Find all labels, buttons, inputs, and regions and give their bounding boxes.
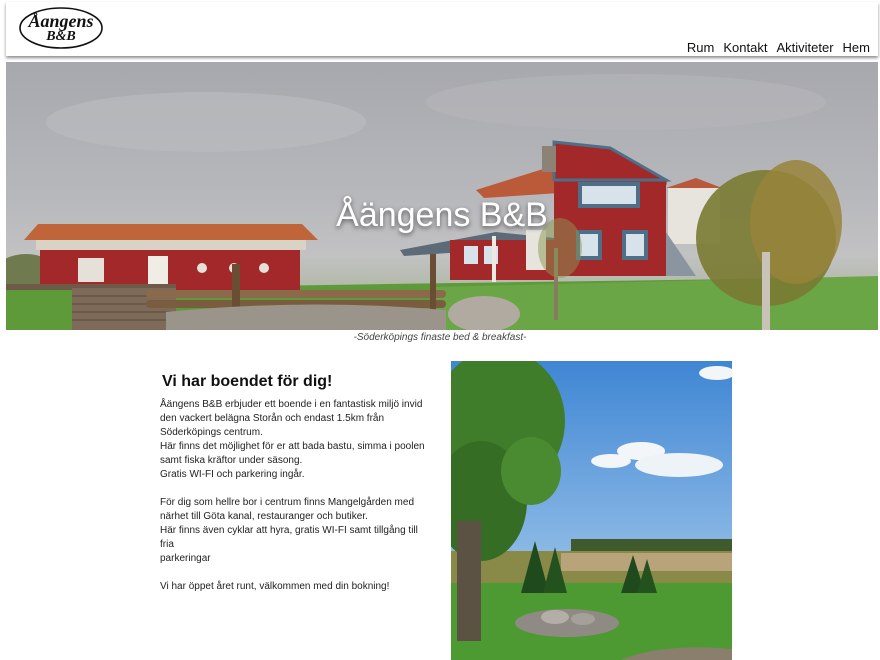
main-nav: Rum Kontakt Aktiviteter Hem [687,40,870,55]
nav-link-kontakt[interactable]: Kontakt [723,40,767,55]
section-body: Åängens B&B erbjuder ett boende i en fan… [160,398,428,594]
logo-suffix: B&B [46,29,76,44]
body-line: Gratis WI-FI och parkering ingår. [160,469,305,480]
landscape-photo [451,361,732,660]
body-line: samt fiska kräftor under säsong. [160,455,303,466]
top-navigation-bar: Åangens B&B Rum Kontakt Aktiviteter Hem [6,2,878,56]
body-line: Här finns även cyklar att hyra, gratis W… [160,525,418,550]
body-line: För dig som hellre bor i centrum finns M… [160,497,415,508]
body-line: Vi har öppet året runt, välkommen med di… [160,581,390,592]
body-line: parkeringar [160,553,211,564]
hero-banner: Åängens B&B [6,62,878,330]
section-heading: Vi har boendet för dig! [162,373,333,390]
nav-link-hem[interactable]: Hem [843,40,870,55]
nav-link-aktiviteter[interactable]: Aktiviteter [776,40,833,55]
hero-title: Åängens B&B [336,196,548,234]
tagline: -Söderköpings finaste bed & breakfast- [353,332,527,343]
body-line: närhet till Göta kanal, restauranger och… [160,511,368,522]
body-line: Här finns det möjlighet för er att bada … [160,441,425,452]
landscape-photo-illustration [451,361,732,660]
site-logo[interactable]: Åangens B&B [18,5,104,51]
body-line: Åängens B&B erbjuder ett boende i en fan… [160,399,423,410]
body-line: den vackert belägna Storån och endast 1.… [160,413,385,424]
body-line: Söderköpings centrum. [160,427,263,438]
nav-link-rum[interactable]: Rum [687,40,714,55]
